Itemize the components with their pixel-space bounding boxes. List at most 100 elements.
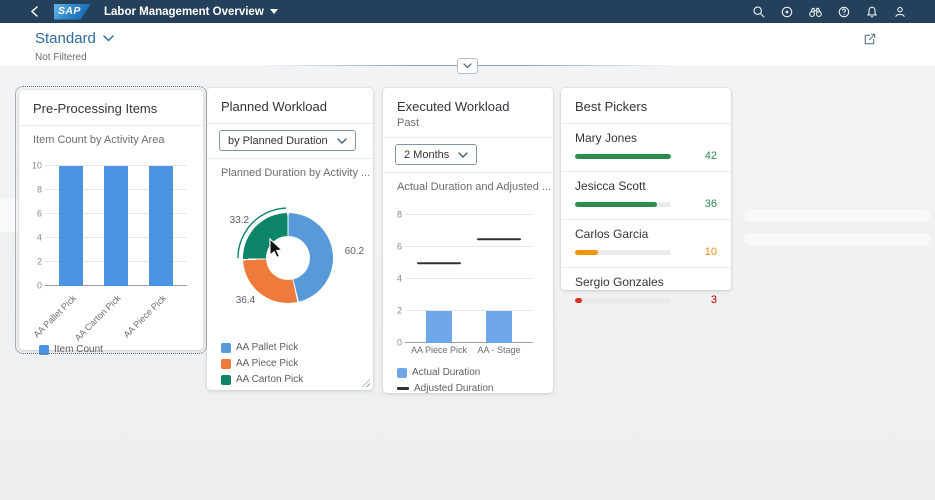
chart-title: Planned Duration by Activity ...| MIN: [207, 159, 373, 181]
chart-title: Item Count by Activity Area: [19, 126, 203, 148]
legend-swatch: [221, 375, 231, 385]
preprocessing-bar-chart[interactable]: 0246810: [49, 166, 183, 286]
preprocessing-legend: Item Count: [39, 344, 203, 355]
legend-label: Actual Duration: [412, 367, 480, 378]
executed-legend: Actual Duration Adjusted Duration: [397, 367, 553, 394]
help-icon: [837, 5, 851, 19]
card-pre-processing-items[interactable]: Pre-Processing Items Item Count by Activ…: [19, 90, 203, 350]
picker-progress-track: [575, 154, 671, 159]
binoculars-button[interactable]: [808, 5, 823, 19]
picker-row-mary-jones[interactable]: Mary Jones42: [561, 124, 731, 171]
executed-x-labels: AA Piece Pick AA - Stage: [409, 345, 529, 359]
app-title-menu[interactable]: Labor Management Overview: [104, 6, 278, 18]
planned-legend: AA Pallet Pick AA Piece Pick AA Carton Pic…: [221, 342, 366, 385]
picker-value: 42: [705, 151, 717, 162]
legend-item-aa-piece-pick[interactable]: AA Piece Pick: [221, 358, 298, 369]
picker-progress-track: [575, 250, 671, 255]
picker-row-sergio-gonzales[interactable]: Sergio Gonzales 3: [561, 268, 731, 315]
background-decoration: [744, 209, 930, 222]
chevron-down-icon: [458, 152, 468, 158]
copilot-button[interactable]: [780, 5, 794, 19]
planned-donut-chart[interactable]: 60.236.433.2: [243, 213, 333, 303]
help-button[interactable]: [837, 5, 851, 19]
picker-bar-row: 10: [575, 247, 717, 258]
gridline: [405, 278, 533, 279]
y-tick-label: 8: [397, 211, 402, 220]
card-best-pickers[interactable]: Best Pickers Mary Jones42 Jesicca Scott 36…: [561, 88, 731, 290]
picker-progress-fill: [575, 298, 582, 303]
person-icon: [893, 5, 907, 19]
picker-value: 36: [705, 199, 717, 210]
legend-label: AA Piece Pick: [236, 358, 298, 369]
binoculars-icon: [808, 5, 823, 19]
planned-duration-dropdown[interactable]: by Planned Duration: [219, 130, 356, 151]
picker-value: 10: [705, 247, 717, 258]
sap-logo-text: SAP: [58, 6, 81, 17]
picker-name: Jesicca Scott: [575, 179, 717, 193]
x-axis-label: AA - Stage: [477, 345, 520, 355]
picker-bar-row: 36: [575, 199, 717, 210]
time-range-dropdown[interactable]: 2 Months: [395, 144, 477, 165]
bar-aa-stage[interactable]: [486, 311, 512, 343]
legend-label: Adjusted Duration: [414, 383, 494, 394]
adjusted-duration-marker[interactable]: [477, 238, 521, 241]
y-tick-label: 0: [37, 282, 42, 291]
variant-title: Standard: [35, 30, 96, 47]
background-decoration: [0, 198, 18, 232]
picker-progress-fill: [575, 154, 671, 159]
card-title: Executed Workload: [397, 99, 510, 114]
card-header[interactable]: Best Pickers: [561, 88, 731, 123]
adjusted-duration-marker[interactable]: [417, 262, 461, 265]
legend-item-item-count[interactable]: Item Count: [39, 344, 103, 355]
profile-button[interactable]: [893, 5, 907, 19]
y-tick-label: 2: [397, 307, 402, 316]
x-axis-label: AA Piece Pick: [121, 293, 168, 340]
card-planned-workload[interactable]: Planned Workload by Planned Duration Pla…: [207, 88, 373, 390]
background-decoration: [744, 233, 930, 246]
picker-value: 3: [711, 295, 717, 306]
picker-name: Sergio Gonzales: [575, 275, 717, 289]
card-title: Best Pickers: [575, 99, 647, 114]
legend-item-actual-duration[interactable]: Actual Duration: [397, 367, 553, 378]
legend-swatch: [39, 345, 49, 355]
collapse-header-button[interactable]: [457, 58, 478, 74]
preprocessing-x-labels: AA Pallet PickAA Carton PickAA Piece Pic…: [49, 286, 183, 338]
x-axis-label: AA Piece Pick: [411, 345, 467, 355]
card-header[interactable]: Executed Workload Past: [383, 88, 553, 137]
slice-value-label: 60.2: [345, 247, 364, 257]
search-button[interactable]: [752, 5, 766, 19]
back-button[interactable]: [30, 6, 39, 17]
card-executed-workload[interactable]: Executed Workload Past 2 Months Actual D…: [383, 88, 553, 393]
legend-item-aa-pallet-pick[interactable]: AA Pallet Pick: [221, 342, 298, 353]
picker-progress-fill: [575, 250, 598, 255]
caret-down-icon: [270, 9, 278, 14]
bar-aa-piece-pick[interactable]: [426, 311, 452, 343]
picker-list: Mary Jones42 Jesicca Scott 36 Carlos Garcia…: [561, 124, 731, 315]
legend-label: AA Carton Pick: [236, 374, 303, 385]
chevron-down-icon: [337, 138, 347, 144]
slice-value-label: 36.4: [236, 296, 255, 306]
card-header[interactable]: Planned Workload: [207, 88, 373, 123]
bar-aa-piece-pick[interactable]: [149, 166, 173, 286]
sap-logo[interactable]: SAP: [54, 4, 91, 20]
executed-bar-chart[interactable]: 02468: [409, 215, 529, 343]
notifications-button[interactable]: [865, 5, 879, 19]
legend-item-adjusted-duration[interactable]: Adjusted Duration: [397, 383, 553, 394]
legend-item-aa-carton-pick[interactable]: AA Carton Pick: [221, 374, 303, 385]
bar-aa-carton-pick[interactable]: [104, 166, 128, 286]
picker-bar-row: 3: [575, 295, 717, 306]
share-button[interactable]: [860, 30, 879, 52]
legend-label: Item Count: [54, 344, 103, 355]
gridline: [405, 310, 533, 311]
y-tick-label: 8: [37, 186, 42, 195]
variant-selector[interactable]: Standard: [35, 30, 114, 47]
chevron-left-icon: [30, 6, 39, 17]
picker-row-jesicca-scott[interactable]: Jesicca Scott 36: [561, 172, 731, 219]
x-axis-label: AA Pallet Pick: [32, 293, 79, 340]
bar-aa-pallet-pick[interactable]: [59, 166, 83, 286]
card-header[interactable]: Pre-Processing Items: [19, 90, 203, 125]
x-axis-label: AA Carton Pick: [73, 293, 123, 343]
y-tick-label: 4: [397, 275, 402, 284]
picker-row-carlos-garcia[interactable]: Carlos Garcia10: [561, 220, 731, 267]
picker-progress-fill: [575, 202, 657, 207]
